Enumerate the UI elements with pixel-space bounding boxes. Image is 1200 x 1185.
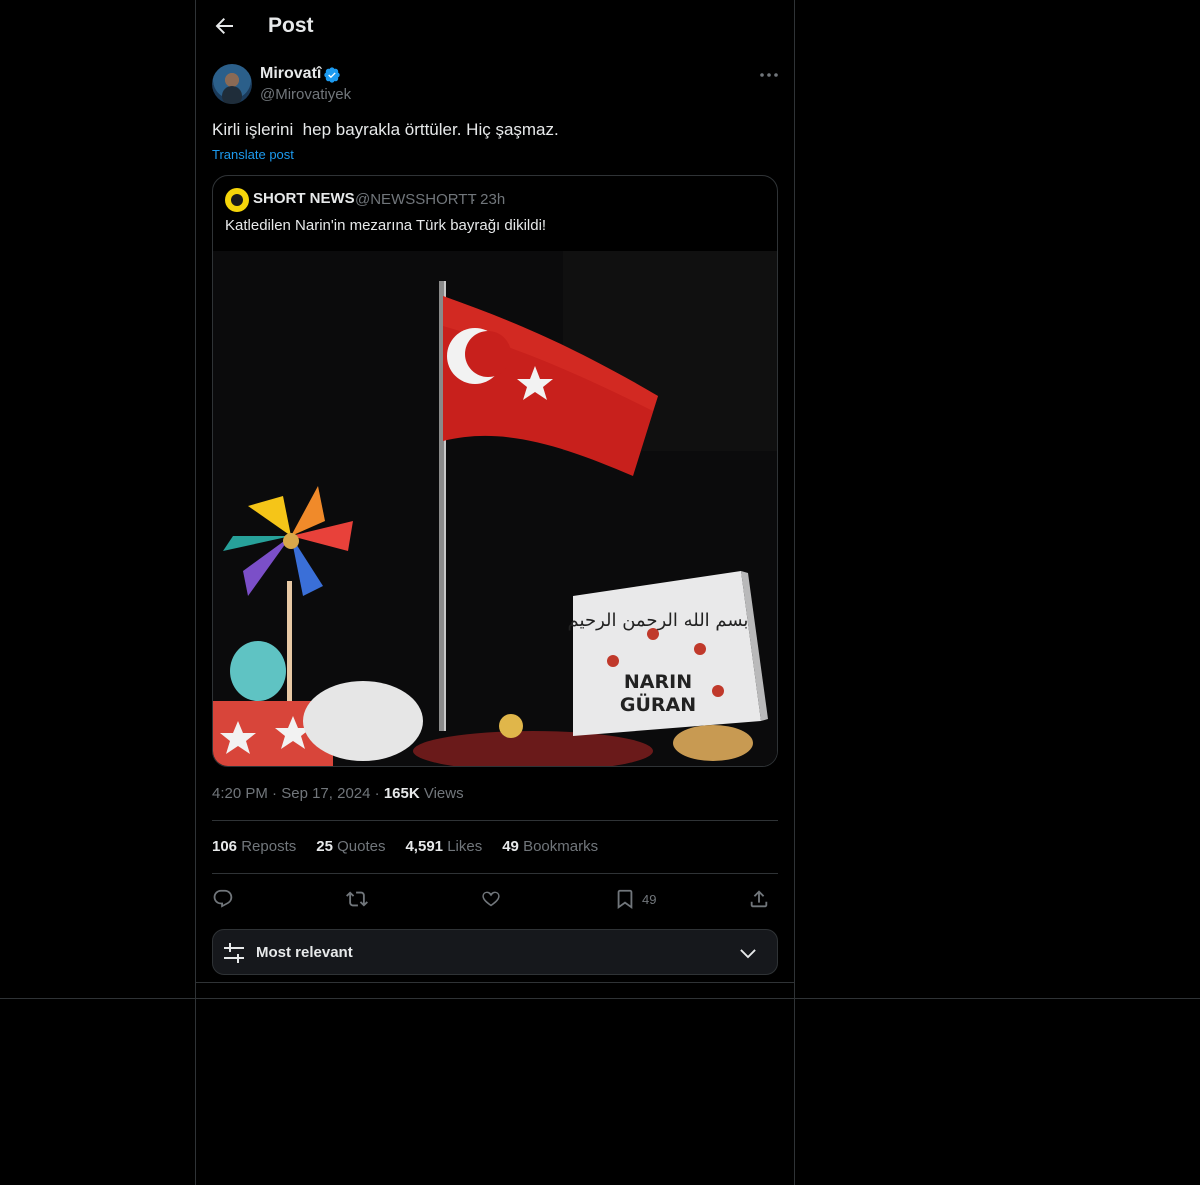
chevron-down-icon [740,949,756,959]
page-title: Post [268,14,314,37]
back-arrow-icon[interactable] [212,14,236,38]
views-count: 165K [383,785,420,802]
post-metadata: 4:20 PM · Sep 17, 2024 · 165K Views [212,785,464,802]
column-bottom-divider [196,982,794,983]
quoted-post[interactable]: SHORT NEWS @NEWSSHORTT · 23h Katledilen … [212,175,778,767]
heart-icon [482,891,500,907]
views-label: Views [423,785,464,802]
share-icon [750,890,768,908]
sliders-icon [224,943,244,963]
quoted-author-avatar[interactable] [225,188,249,212]
reply-sort-dropdown[interactable]: Most relevant [212,929,778,975]
verified-badge-icon [324,67,340,83]
author-avatar[interactable] [212,64,252,104]
action-bar: 49 [212,884,778,914]
more-options-icon[interactable] [758,66,780,84]
quotes-stat[interactable]: 25 Quotes [316,838,385,855]
bookmarks-stat[interactable]: 49 Bookmarks [502,838,598,855]
repost-button[interactable] [346,884,368,914]
gravestone-line2: GÜRAN [620,692,696,716]
bookmark-count: 49 [642,891,657,907]
quoted-author-name: SHORT NEWS [253,190,355,207]
sort-label: Most relevant [256,944,353,961]
post-text: Kirli işlerini hep bayrakla örttüler. Hi… [212,120,559,139]
bookmark-icon [617,889,633,910]
share-button[interactable] [748,884,770,914]
reply-button[interactable] [212,884,234,914]
bookmark-button[interactable]: 49 [614,884,656,914]
author-handle[interactable]: @Mirovatiyek [260,86,351,103]
post-date[interactable]: Sep 17, 2024 [281,785,370,802]
translate-post-link[interactable]: Translate post [212,147,294,162]
quoted-post-time: · 23h [471,191,506,208]
quoted-post-image[interactable]: بسم الله الرحمن الرحيم NARIN GÜRAN [213,251,778,767]
reply-icon [213,889,233,908]
gravestone-line1: NARIN [624,671,692,693]
gravestone-inscription: بسم الله الرحمن الرحيم [568,610,749,631]
quoted-post-text: Katledilen Narin'in mezarına Türk bayrağ… [225,217,547,234]
main-column: Post Mirovatî @Mirovatiyek Kirli işlerin… [195,0,795,1185]
repost-icon [346,891,368,907]
post-stats: 106 Reposts 25 Quotes 4,591 Likes 49 Boo… [212,838,598,855]
divider [212,873,778,874]
author-name[interactable]: Mirovatî [260,65,321,83]
likes-stat[interactable]: 4,591 Likes [405,838,482,855]
like-button[interactable] [480,884,502,914]
page-header: Post [196,0,794,53]
post-time[interactable]: 4:20 PM [212,785,268,802]
quoted-author-handle: @NEWSSHORTT [355,191,477,208]
reposts-stat[interactable]: 106 Reposts [212,838,296,855]
divider [212,820,778,821]
